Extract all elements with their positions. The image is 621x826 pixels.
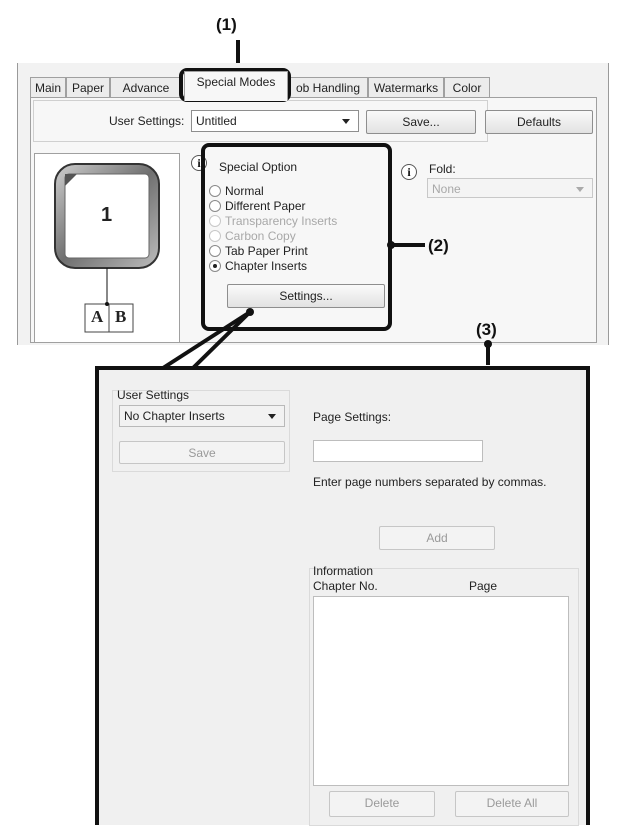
save-button: Save <box>119 441 285 464</box>
page-numbers-hint: Enter page numbers separated by commas. <box>313 475 547 489</box>
page-settings-label: Page Settings: <box>313 410 392 424</box>
user-settings-group-label: User Settings <box>117 388 190 402</box>
chevron-down-icon <box>268 414 276 419</box>
delete-button: Delete <box>329 791 435 817</box>
chapter-settings-select[interactable]: No Chapter Inserts <box>119 405 285 427</box>
column-chapter-no: Chapter No. <box>313 579 378 593</box>
column-page: Page <box>469 579 498 593</box>
page-settings-input[interactable] <box>313 440 483 462</box>
chapter-inserts-dialog: User Settings No Chapter Inserts Save Pa… <box>95 366 590 826</box>
tab-special-modes[interactable]: Special Modes <box>184 71 288 101</box>
delete-all-button: Delete All <box>455 791 569 817</box>
information-label: Information <box>313 564 374 578</box>
chapter-settings-value: No Chapter Inserts <box>124 409 225 423</box>
chapter-list[interactable] <box>313 596 569 786</box>
add-button: Add <box>379 526 495 550</box>
